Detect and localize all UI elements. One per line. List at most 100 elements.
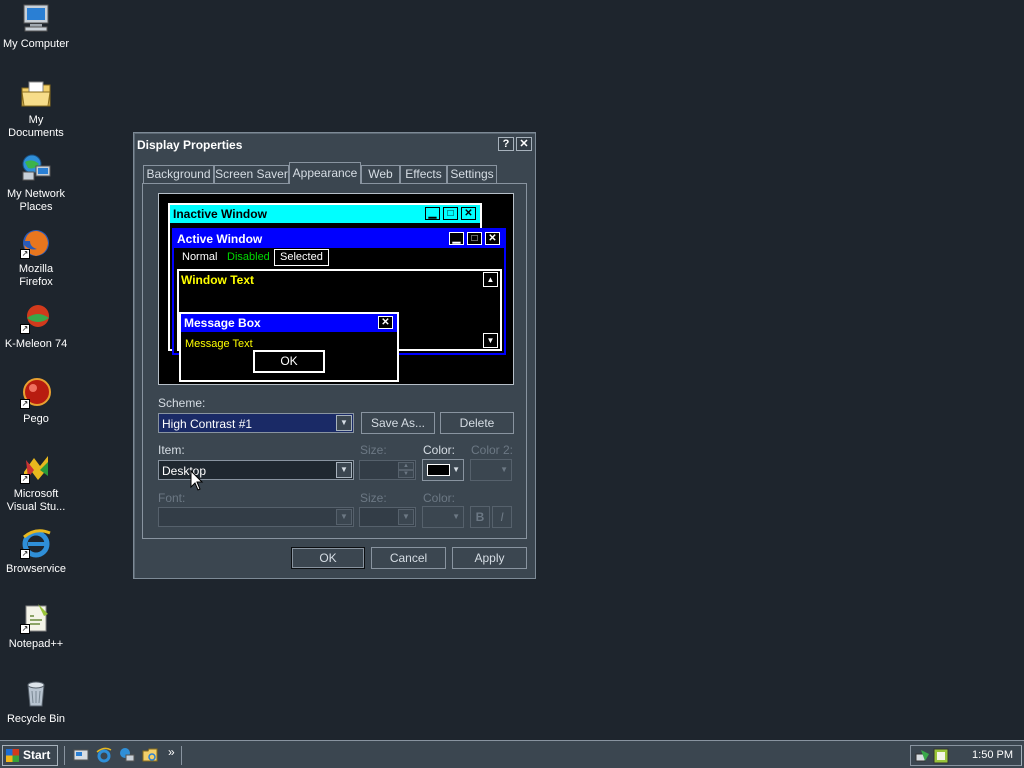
display-properties-dialog: Display Properties ? ✕ Background Screen… xyxy=(133,132,536,579)
font-color-picker[interactable]: ▼ xyxy=(422,506,464,528)
start-label: Start xyxy=(23,748,51,762)
desktop-icon-label: Mozilla Firefox xyxy=(18,263,54,288)
preview-msgbox-titlebar: Message Box ✕ xyxy=(181,314,397,332)
desktop-icon-my-network-places[interactable]: My Network Places xyxy=(0,152,72,214)
start-button[interactable]: Start xyxy=(2,745,58,766)
windows-logo-icon xyxy=(6,749,19,762)
internet-explorer-icon[interactable] xyxy=(96,747,112,763)
quicklaunch-overflow-icon[interactable]: » xyxy=(168,745,175,759)
ok-button[interactable]: OK xyxy=(291,547,365,569)
mouse-cursor-icon xyxy=(190,470,204,491)
desktop-icon-browservice[interactable]: ↗ Browservice xyxy=(0,527,72,576)
desktop-icon-k-meleon[interactable]: ↗ K-Meleon 74 xyxy=(0,302,72,351)
item-size-label: Size: xyxy=(360,443,387,457)
recycle-bin-icon xyxy=(20,677,52,709)
tab-web[interactable]: Web xyxy=(361,165,400,184)
preview-menu-disabled: Disabled xyxy=(227,251,270,263)
pego-icon: ↗ xyxy=(20,377,52,409)
scroll-down-icon: ▼ xyxy=(483,333,498,348)
scheme-select[interactable]: High Contrast #1 ▼ xyxy=(158,413,354,433)
network-icon xyxy=(20,152,52,184)
chevron-down-icon[interactable]: ▼ xyxy=(398,509,414,525)
shortcut-arrow-icon: ↗ xyxy=(20,624,30,634)
chevron-down-icon[interactable]: ▼ xyxy=(336,509,352,525)
network-icon[interactable] xyxy=(119,747,135,763)
desktop-icon-label: My Documents xyxy=(8,114,64,139)
desktop-icon-pego[interactable]: ↗ Pego xyxy=(0,377,72,426)
clock[interactable]: 1:50 PM xyxy=(972,749,1013,761)
chevron-down-icon: ▼ xyxy=(452,512,460,521)
tray-app-icon[interactable] xyxy=(933,748,949,764)
appearance-preview[interactable]: Inactive Window ▁ □ ✕ Active Window ▁ □ … xyxy=(158,193,514,385)
desktop-icon-notepadpp[interactable]: ↗ Notepad++ xyxy=(0,602,72,651)
shortcut-arrow-icon: ↗ xyxy=(20,399,30,409)
save-as-button[interactable]: Save As... xyxy=(361,412,435,434)
apply-button[interactable]: Apply xyxy=(452,547,527,569)
cancel-button[interactable]: Cancel xyxy=(371,547,446,569)
tab-settings[interactable]: Settings xyxy=(447,165,497,184)
desktop-icon-visual-studio[interactable]: ↗ Microsoft Visual Stu... xyxy=(0,452,72,514)
tab-screen-saver[interactable]: Screen Saver xyxy=(214,165,289,184)
folder-icon[interactable] xyxy=(142,747,158,763)
chevron-down-icon: ▼ xyxy=(500,465,508,474)
preview-active-title: Active Window xyxy=(177,232,263,246)
desktop-icon-my-computer[interactable]: My Computer xyxy=(0,2,72,51)
show-desktop-icon[interactable] xyxy=(73,747,89,763)
shortcut-arrow-icon: ↗ xyxy=(20,324,30,334)
close-icon: ✕ xyxy=(485,232,500,245)
italic-button[interactable]: I xyxy=(492,506,512,528)
help-button[interactable]: ? xyxy=(498,137,514,151)
spin-up-icon[interactable]: ▲ xyxy=(398,462,414,470)
chevron-down-icon[interactable]: ▼ xyxy=(336,415,352,431)
font-size-select[interactable]: ▼ xyxy=(359,507,416,527)
chevron-down-icon[interactable]: ▼ xyxy=(336,462,352,478)
minimize-icon: ▁ xyxy=(425,207,440,220)
scheme-select-value: High Contrast #1 xyxy=(162,417,253,431)
item-label: Item: xyxy=(158,443,185,457)
tab-effects[interactable]: Effects xyxy=(400,165,447,184)
font-size-label: Size: xyxy=(360,491,387,505)
scheme-label: Scheme: xyxy=(158,396,206,410)
bold-button[interactable]: B xyxy=(470,506,490,528)
preview-menu-normal: Normal xyxy=(182,251,218,263)
item-color2-picker[interactable]: ▼ xyxy=(470,459,512,481)
dialog-titlebar[interactable]: Display Properties ? ✕ xyxy=(135,134,534,156)
desktop-icon-mozilla-firefox[interactable]: ↗ Mozilla Firefox xyxy=(0,227,72,289)
preview-msgbox-ok: OK xyxy=(253,350,325,373)
visual-studio-icon: ↗ xyxy=(20,452,52,484)
desktop-icon-label: Recycle Bin xyxy=(6,713,66,725)
maximize-icon: □ xyxy=(467,232,482,245)
taskbar: Start » 1:50 PM xyxy=(0,740,1024,768)
network-connection-icon[interactable] xyxy=(915,748,931,764)
preview-msgbox-title: Message Box xyxy=(184,316,261,330)
item-color2-label: Color 2: xyxy=(471,443,514,457)
preview-menu-selected: Selected xyxy=(274,249,329,266)
desktop-icon-label: My Network Places xyxy=(6,188,66,213)
item-size-spinner[interactable]: ▲ ▼ xyxy=(359,460,416,480)
desktop-icon-recycle-bin[interactable]: Recycle Bin xyxy=(0,677,72,726)
preview-message-box: Message Box ✕ Message Text OK xyxy=(179,312,399,382)
maximize-icon: □ xyxy=(443,207,458,220)
system-tray: 1:50 PM xyxy=(910,745,1022,766)
item-select[interactable]: Desktop ▼ xyxy=(158,460,354,480)
item-color-picker[interactable]: ▼ xyxy=(422,459,464,481)
folder-documents-icon xyxy=(20,78,52,110)
desktop-icon-my-documents[interactable]: My Documents xyxy=(0,78,72,140)
notepadpp-icon: ↗ xyxy=(20,602,52,634)
firefox-icon: ↗ xyxy=(20,227,52,259)
computer-icon xyxy=(20,2,52,34)
close-button[interactable]: ✕ xyxy=(516,137,532,151)
taskbar-divider xyxy=(64,746,66,765)
spin-down-icon[interactable]: ▼ xyxy=(398,470,414,478)
color-swatch xyxy=(427,464,450,476)
preview-inactive-titlebar: Inactive Window ▁ □ ✕ xyxy=(170,205,480,223)
font-select[interactable]: ▼ xyxy=(158,507,354,527)
tab-appearance[interactable]: Appearance xyxy=(289,162,361,184)
tab-background[interactable]: Background xyxy=(143,165,214,184)
desktop-icon-label: Pego xyxy=(23,413,49,425)
close-icon: ✕ xyxy=(378,316,393,329)
delete-button[interactable]: Delete xyxy=(440,412,514,434)
preview-active-titlebar: Active Window ▁ □ ✕ xyxy=(174,230,504,248)
dialog-title: Display Properties xyxy=(137,138,243,152)
desktop-icon-label: My Computer xyxy=(2,38,70,50)
